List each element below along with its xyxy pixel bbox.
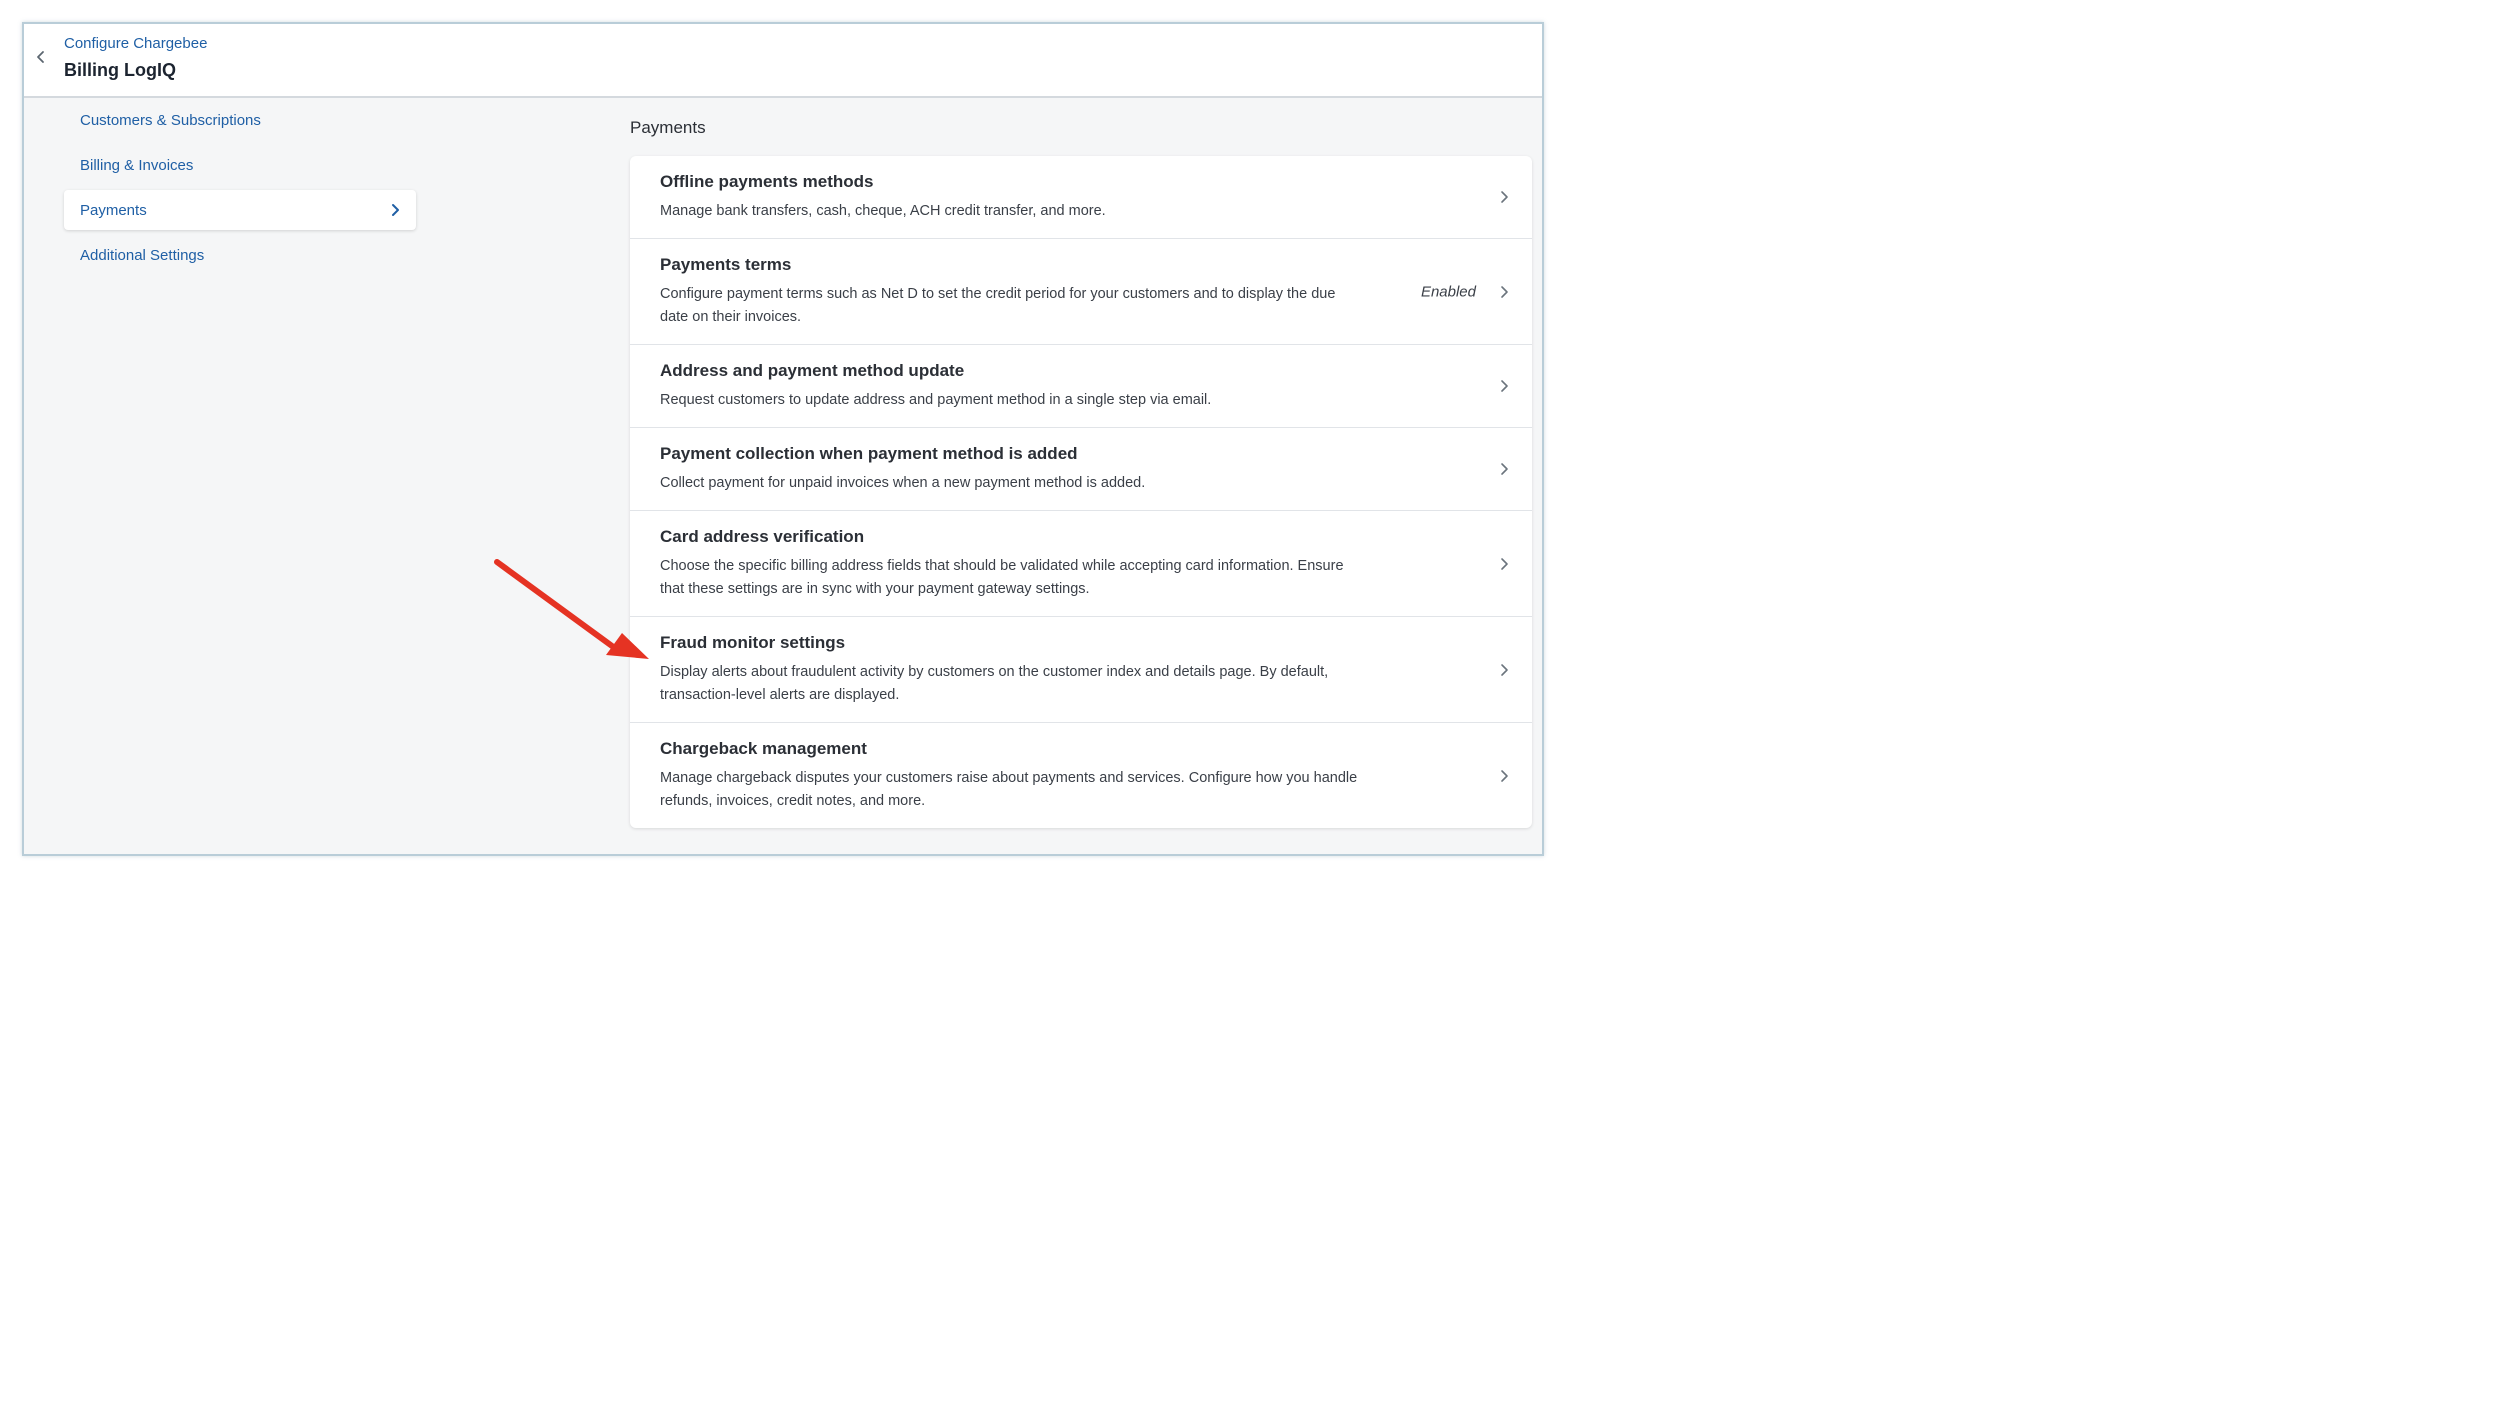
setting-row-address-payment-update[interactable]: Address and payment method update Reques… bbox=[630, 345, 1532, 428]
sidebar-item-label: Billing & Invoices bbox=[80, 156, 194, 174]
chevron-right-icon bbox=[1498, 557, 1510, 571]
setting-description: Collect payment for unpaid invoices when… bbox=[660, 475, 1146, 491]
setting-row-fraud-monitor[interactable]: Fraud monitor settings Display alerts ab… bbox=[630, 617, 1532, 723]
chevron-right-icon bbox=[392, 204, 399, 216]
sidebar-item-payments[interactable]: Payments bbox=[64, 190, 416, 230]
setting-title: Address and payment method update bbox=[660, 361, 965, 380]
chevron-right-icon bbox=[1498, 462, 1510, 476]
setting-title: Chargeback management bbox=[660, 739, 867, 758]
sidebar-item-label: Payments bbox=[80, 201, 147, 219]
chevron-right-icon bbox=[1498, 663, 1510, 677]
chevron-right-icon bbox=[1498, 190, 1510, 204]
status-badge: Enabled bbox=[1420, 283, 1476, 300]
section-title: Payments bbox=[630, 118, 706, 137]
page-header: Configure Chargebee Billing LogIQ bbox=[24, 24, 1542, 98]
breadcrumb[interactable]: Configure Chargebee bbox=[64, 35, 207, 52]
sidebar-nav: Customers & Subscriptions Billing & Invo… bbox=[64, 100, 416, 280]
setting-description: Request customers to update address and … bbox=[660, 392, 1212, 408]
setting-title: Payments terms bbox=[660, 255, 792, 274]
setting-row-offline-payments[interactable]: Offline payments methods Manage bank tra… bbox=[630, 156, 1532, 239]
setting-description: Display alerts about fraudulent activity… bbox=[660, 664, 1329, 703]
setting-description: Configure payment terms such as Net D to… bbox=[660, 286, 1336, 325]
setting-row-chargeback-management[interactable]: Chargeback management Manage chargeback … bbox=[630, 723, 1532, 828]
chevron-right-icon bbox=[1498, 379, 1510, 393]
setting-row-payment-terms[interactable]: Payments terms Configure payment terms s… bbox=[630, 239, 1532, 345]
setting-description: Manage bank transfers, cash, cheque, ACH… bbox=[660, 203, 1106, 219]
setting-title: Payment collection when payment method i… bbox=[660, 444, 1078, 463]
chevron-left-icon bbox=[37, 51, 44, 63]
back-button[interactable] bbox=[32, 44, 50, 70]
sidebar-item-additional-settings[interactable]: Additional Settings bbox=[64, 235, 416, 275]
sidebar-item-label: Customers & Subscriptions bbox=[80, 111, 261, 129]
sidebar-item-billing-invoices[interactable]: Billing & Invoices bbox=[64, 145, 416, 185]
setting-row-card-address-verification[interactable]: Card address verification Choose the spe… bbox=[630, 511, 1532, 617]
setting-description: Choose the specific billing address fiel… bbox=[660, 558, 1344, 597]
setting-row-payment-collection[interactable]: Payment collection when payment method i… bbox=[630, 428, 1532, 511]
page-title: Billing LogIQ bbox=[64, 60, 176, 80]
settings-card: Offline payments methods Manage bank tra… bbox=[630, 156, 1532, 828]
chevron-right-icon bbox=[1498, 285, 1510, 299]
setting-title: Offline payments methods bbox=[660, 172, 874, 191]
setting-title: Card address verification bbox=[660, 527, 865, 546]
sidebar-item-label: Additional Settings bbox=[80, 246, 205, 264]
setting-description: Manage chargeback disputes your customer… bbox=[660, 770, 1358, 809]
setting-title: Fraud monitor settings bbox=[660, 633, 846, 652]
settings-window: Configure Chargebee Billing LogIQ Custom… bbox=[22, 22, 1544, 856]
sidebar-item-customers-subscriptions[interactable]: Customers & Subscriptions bbox=[64, 100, 416, 140]
chevron-right-icon bbox=[1498, 769, 1510, 783]
